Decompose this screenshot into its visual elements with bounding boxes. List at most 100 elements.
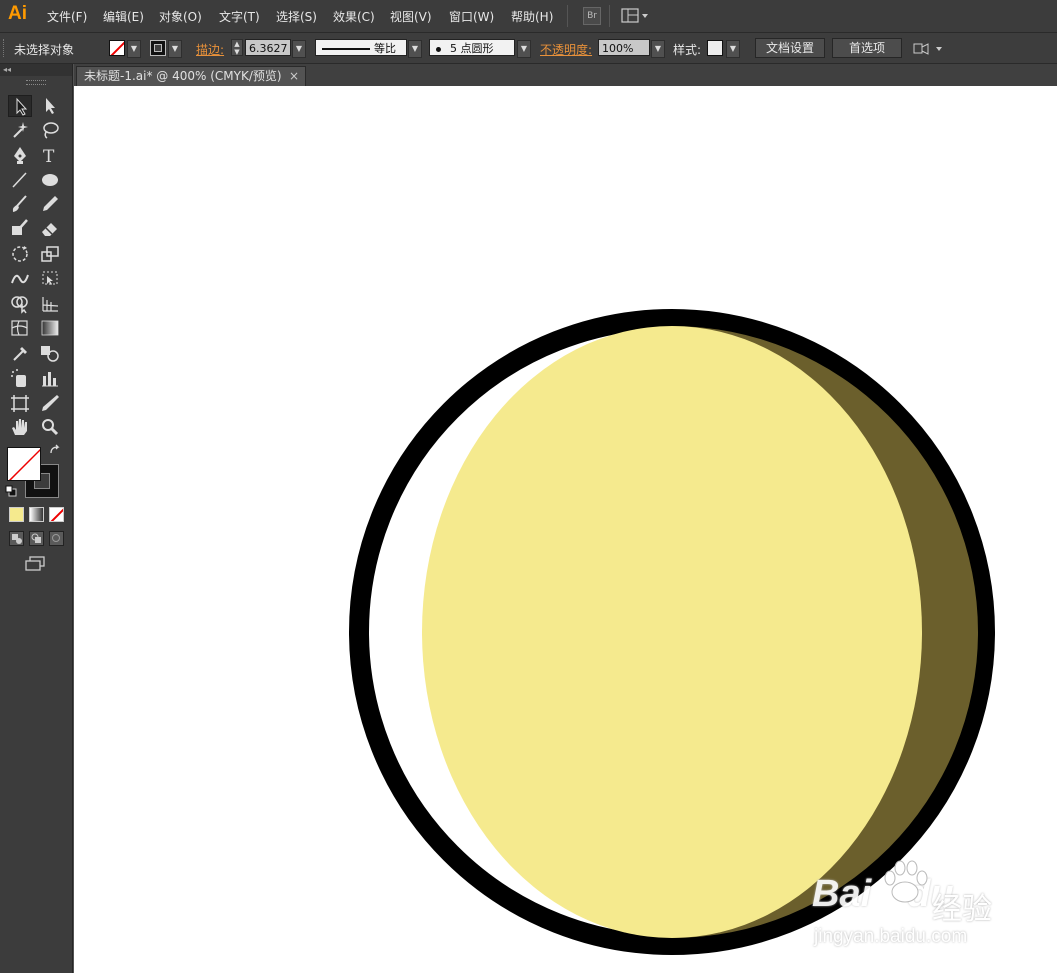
opacity-input[interactable]: 100% [598,39,650,56]
hand-tool[interactable] [8,416,32,438]
preferences-button[interactable]: 首选项 [832,38,902,58]
watermark-brand-bai: Bai [812,873,872,915]
moon-artwork[interactable] [74,86,1057,973]
rotate-tool[interactable] [8,243,32,265]
eyedropper-icon [13,347,27,361]
opacity-dropdown[interactable]: ▼ [651,40,665,58]
default-fill-stroke-button[interactable] [5,485,17,497]
brush-dropdown[interactable]: ▼ [517,40,531,58]
tools-panel-grip[interactable] [26,80,46,85]
graphic-style-dropdown[interactable]: ▼ [726,40,740,58]
fill-swatch[interactable] [109,40,125,56]
blend-tool[interactable] [38,342,62,364]
draw-normal-icon [12,534,22,544]
eraser-icon [42,223,57,236]
brush-label: 5 点圆形 [450,42,494,55]
style-label: 样式: [673,43,702,57]
bridge-button[interactable]: Br [583,7,601,25]
artboard-icon [11,395,29,412]
screen-mode-button[interactable] [24,556,46,572]
free-transform-tool[interactable] [38,267,62,289]
menu-type[interactable]: 文字(T) [219,8,260,25]
column-graph-icon [42,372,58,387]
zoom-tool[interactable] [38,416,62,438]
stroke-label[interactable]: 描边: [196,41,224,58]
stroke-weight-input[interactable]: 6.3627 [245,39,291,56]
gradient-tool[interactable] [38,317,62,339]
lasso-tool[interactable] [38,119,62,141]
graphic-style-swatch[interactable] [707,40,723,56]
document-tab-row: 未标题-1.ai* @ 400% (CMYK/预览) × [74,64,1057,86]
swap-fill-stroke-button[interactable] [48,444,62,458]
warp-tool[interactable] [8,267,32,289]
gradient-mode-button[interactable] [29,507,44,522]
none-slash-icon [50,508,63,521]
ellipse-icon [42,174,58,186]
menu-view[interactable]: 视图(V) [390,8,432,25]
menu-help[interactable]: 帮助(H) [511,8,553,25]
direct-selection-tool[interactable] [38,95,62,117]
stroke-dropdown[interactable]: ▼ [168,40,182,58]
fill-dropdown[interactable]: ▼ [127,40,141,58]
stroke-profile-line [322,48,370,50]
svg-text:T: T [43,147,55,166]
menu-select[interactable]: 选择(S) [276,8,317,25]
draw-normal-button[interactable] [9,531,24,546]
column-graph-tool[interactable] [38,367,62,389]
none-mode-button[interactable] [49,507,64,522]
eraser-tool[interactable] [38,217,62,239]
menu-bar: Ai 文件(F) 编辑(E) 对象(O) 文字(T) 选择(S) 效果(C) 视… [0,0,1057,33]
blob-brush-tool[interactable] [8,217,32,239]
draw-inside-button[interactable] [49,531,64,546]
selection-tool[interactable] [8,95,32,117]
arrange-documents-button[interactable] [912,41,946,57]
ellipse-tool[interactable] [38,169,62,191]
free-transform-icon [42,271,58,285]
close-tab-icon[interactable]: × [289,67,299,85]
symbol-sprayer-tool[interactable] [8,367,32,389]
blend-icon [41,346,59,362]
stroke-profile-field[interactable]: 等比 [315,39,407,56]
watermark-url: jingyan.baidu.com [814,926,968,947]
stroke-profile-dropdown[interactable]: ▼ [408,40,422,58]
tools-panel-collapse[interactable]: ◂◂ [0,64,72,76]
scale-tool[interactable] [38,243,62,265]
stroke-profile-label: 等比 [374,42,396,55]
draw-behind-button[interactable] [29,531,44,546]
fill-color-box[interactable] [7,447,41,481]
stroke-weight-stepper[interactable]: ▲ ▼ [231,39,243,56]
menu-file[interactable]: 文件(F) [47,8,87,25]
artboard-canvas[interactable]: Bai du 经验 jingyan.baidu.com [74,86,1057,973]
type-tool[interactable]: T [38,144,62,166]
stroke-weight-dropdown[interactable]: ▼ [292,40,306,58]
stroke-swatch[interactable] [150,40,166,56]
workspace-switcher-button[interactable] [621,8,651,24]
document-setup-button[interactable]: 文档设置 [755,38,825,58]
eyedropper-tool[interactable] [8,342,32,364]
menu-edit[interactable]: 编辑(E) [103,8,144,25]
control-bar-grip[interactable] [3,39,7,57]
perspective-grid-tool[interactable] [38,292,62,314]
document-tab[interactable]: 未标题-1.ai* @ 400% (CMYK/预览) × [76,66,306,86]
color-mode-button[interactable] [9,507,24,522]
paintbrush-tool[interactable] [8,193,32,215]
opacity-label[interactable]: 不透明度: [540,41,592,58]
brush-field[interactable]: 5 点圆形 [429,39,515,56]
line-segment-tool[interactable] [8,169,32,191]
shape-builder-tool[interactable] [8,292,32,314]
magic-wand-icon [13,122,28,138]
menu-object[interactable]: 对象(O) [159,8,202,25]
slice-tool[interactable] [38,392,62,414]
pencil-tool[interactable] [38,193,62,215]
default-colors-icon [5,485,17,497]
blob-brush-icon [12,219,28,235]
mesh-icon [11,320,28,336]
magic-wand-tool[interactable] [8,119,32,141]
scale-icon [41,246,59,262]
menu-effect[interactable]: 效果(C) [333,8,375,25]
pen-tool[interactable] [8,144,32,166]
artboard-tool[interactable] [8,392,32,414]
zoom-magnifier-icon [42,419,59,436]
mesh-tool[interactable] [8,317,32,339]
menu-window[interactable]: 窗口(W) [449,8,494,25]
